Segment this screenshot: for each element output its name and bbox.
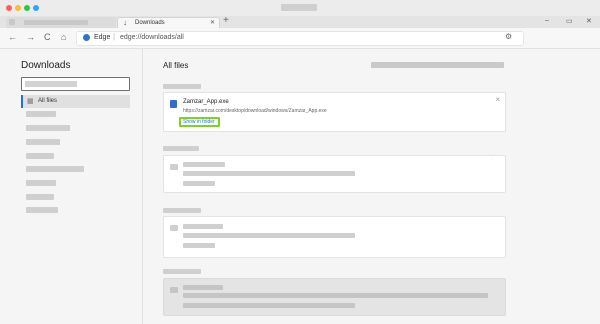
file-url-placeholder (183, 171, 355, 176)
file-icon (170, 100, 177, 108)
forward-icon[interactable]: → (26, 32, 35, 42)
separator: | (113, 32, 116, 41)
file-url-placeholder (183, 233, 355, 238)
show-in-folder-highlight: Show in folder (179, 117, 220, 127)
tab-label: Downloads (135, 20, 165, 26)
browser-toolbar: ← → C ⌂ Edge | edge://downloads/all ⚙ (0, 28, 600, 49)
page-title: All files (163, 61, 189, 70)
tab-close-icon[interactable]: ✕ (210, 19, 215, 26)
file-name-placeholder (183, 285, 223, 290)
url-text[interactable]: edge://downloads/all (120, 34, 184, 41)
file-icon (170, 225, 178, 231)
edge-logo-icon (83, 34, 90, 41)
date-group-placeholder (163, 146, 199, 151)
zoom-window-dot[interactable] (24, 5, 30, 11)
action-placeholder[interactable] (183, 243, 215, 248)
file-url-placeholder (183, 303, 355, 308)
fullscreen-window-dot[interactable] (33, 5, 39, 11)
sidebar-item-all-files[interactable]: ▦ All files (21, 95, 130, 108)
sidebar-item-placeholder[interactable] (26, 139, 60, 145)
sidebar-item-placeholder[interactable] (26, 207, 58, 213)
action-placeholder[interactable] (183, 181, 215, 186)
selected-indicator (21, 95, 23, 108)
file-name-placeholder (183, 224, 223, 229)
file-name[interactable]: Zamzar_App.exe (183, 99, 229, 105)
file-icon (170, 164, 178, 170)
download-item[interactable] (163, 216, 506, 258)
file-url: https://zamzar.com/desktop/download/wind… (183, 108, 327, 114)
download-item[interactable] (163, 278, 506, 316)
date-group-placeholder (163, 269, 201, 274)
sidebar-item-placeholder[interactable] (26, 180, 56, 186)
maximize-icon[interactable]: ▭ (566, 17, 573, 25)
grid-icon: ▦ (27, 98, 34, 105)
search-input-placeholder (25, 81, 77, 87)
sidebar-item-placeholder[interactable] (26, 111, 56, 117)
remove-item-icon[interactable]: × (495, 95, 500, 104)
date-group-placeholder (163, 208, 201, 213)
search-input[interactable] (21, 77, 130, 91)
remove-item-icon[interactable]: · (492, 157, 493, 162)
tab-inactive[interactable] (6, 17, 116, 28)
tab-favicon-icon (9, 19, 15, 25)
sidebar-title: Downloads (21, 60, 71, 71)
file-url-placeholder (183, 293, 488, 298)
settings-gear-icon[interactable]: ⚙ (505, 32, 512, 41)
download-item[interactable]: · (163, 155, 506, 193)
close-icon[interactable]: ✕ (586, 17, 592, 25)
minimize-icon[interactable]: – (545, 17, 549, 24)
new-tab-button[interactable]: + (223, 15, 229, 26)
main-content: All files Zamzar_App.exe https://zamzar.… (143, 49, 600, 324)
address-bar[interactable]: Edge | edge://downloads/all (76, 31, 524, 46)
sidebar-item-label: All files (38, 98, 58, 104)
download-item[interactable]: Zamzar_App.exe https://zamzar.com/deskto… (163, 92, 506, 132)
sidebar-item-placeholder[interactable] (26, 153, 54, 159)
sidebar-item-placeholder[interactable] (26, 166, 84, 172)
reload-icon[interactable]: C (44, 32, 51, 42)
close-window-dot[interactable] (6, 5, 12, 11)
toolbar-placeholder[interactable] (371, 62, 504, 68)
show-in-folder-link[interactable]: Show in folder (183, 119, 215, 125)
sidebar-item-placeholder[interactable] (26, 194, 54, 200)
back-icon[interactable]: ← (8, 32, 17, 42)
sidebar: Downloads ▦ All files (0, 49, 143, 324)
date-group-placeholder (163, 84, 201, 89)
title-bar (0, 0, 600, 17)
sidebar-item-placeholder[interactable] (26, 125, 70, 131)
site-label: Edge (94, 34, 111, 41)
tab-title-placeholder (24, 20, 88, 25)
minimize-window-dot[interactable] (15, 5, 21, 11)
file-name-placeholder (183, 162, 225, 167)
home-icon[interactable]: ⌂ (61, 32, 66, 42)
download-icon: ↓ (123, 18, 127, 27)
file-icon (170, 287, 178, 293)
window-title-placeholder (281, 4, 317, 11)
tab-strip: ↓ Downloads ✕ + (0, 15, 600, 29)
